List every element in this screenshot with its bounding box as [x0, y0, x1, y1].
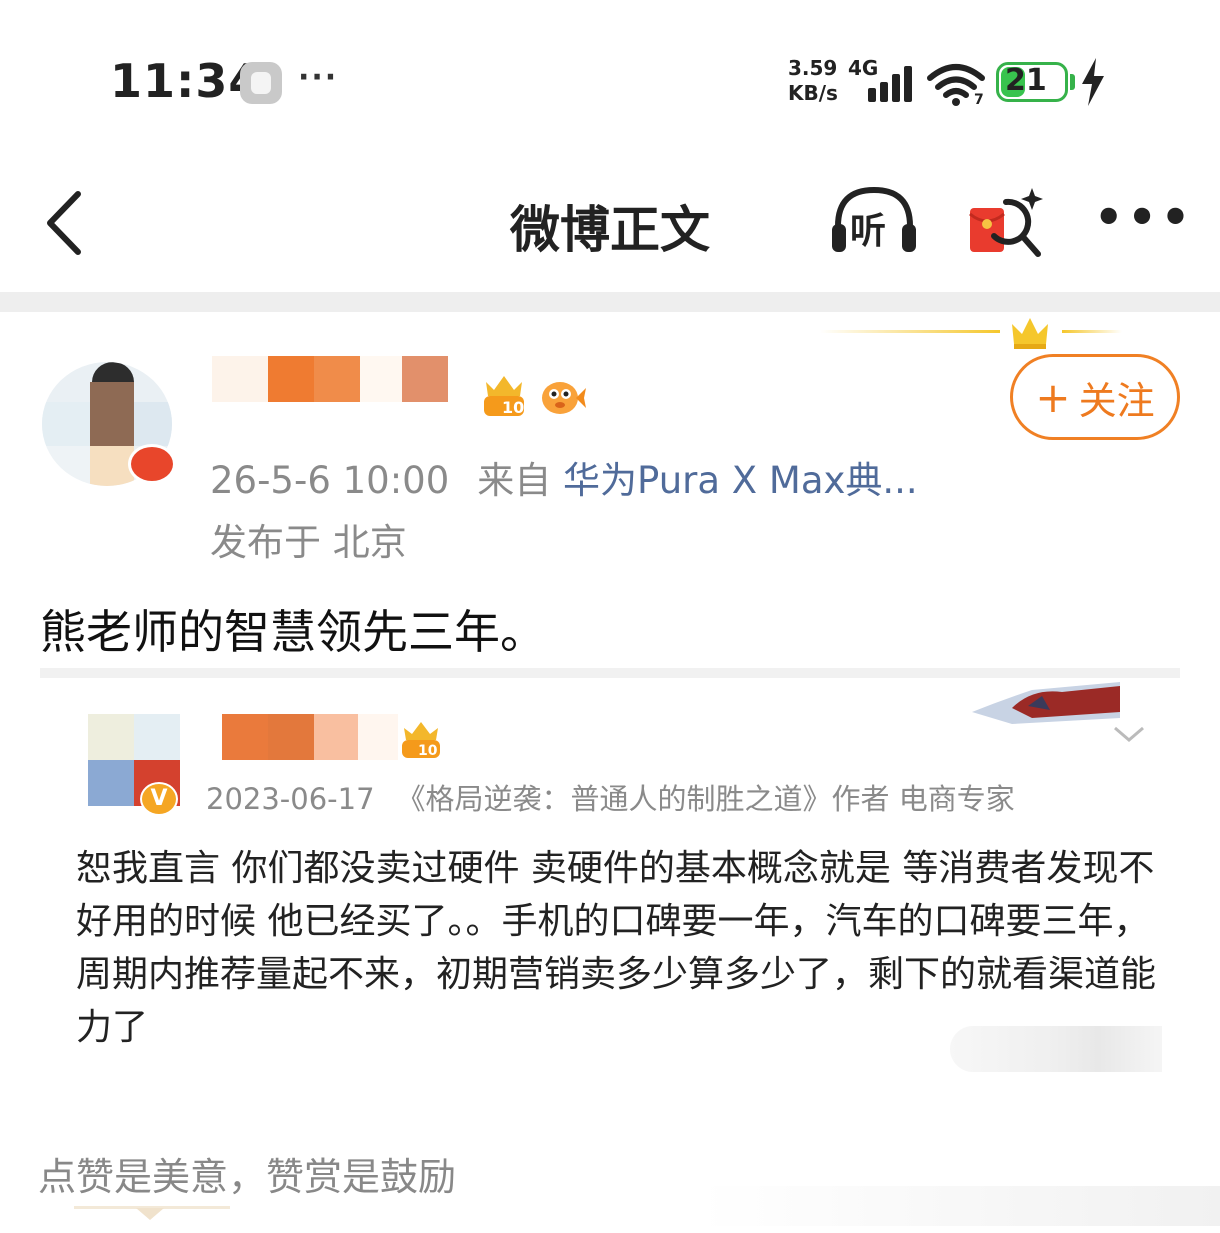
nav-bar: 微博正文 听 •••	[0, 150, 1220, 292]
battery-tip	[1070, 74, 1075, 90]
battery-icon: 21	[996, 62, 1068, 102]
quoted-author-description: 《格局逆袭：普通人的制胜之道》作者 电商专家	[396, 782, 1015, 816]
red-packet-search-icon[interactable]	[966, 184, 1046, 264]
quoted-post-text: 恕我直言 你们都没卖过硬件 卖硬件的基本概念就是 等消费者发现不好用的时候 他已…	[76, 848, 1157, 1048]
svg-text:10: 10	[418, 743, 438, 759]
section-divider	[0, 292, 1220, 312]
network-speed-value: 3.59	[788, 56, 838, 80]
network-speed: 3.59 KB/s	[788, 56, 838, 106]
decor-gold-line-right	[1062, 330, 1122, 333]
svg-text:10: 10	[502, 398, 524, 417]
charging-bolt-icon	[1082, 58, 1104, 106]
reward-prompt[interactable]: 点赞是美意，赞赏是鼓励	[38, 1146, 456, 1201]
quoted-post-date: 2023-06-17	[206, 782, 375, 816]
follow-label: 关注	[1078, 378, 1155, 423]
bottom-fade	[700, 1186, 1220, 1226]
reward-caret-icon	[136, 1208, 164, 1220]
quote-decor-banner	[972, 682, 1120, 724]
post-meta: 26-5-6 10:00 来自 华为Pura X Max典...	[210, 450, 918, 504]
wifi-icon: 7	[927, 64, 985, 106]
post-from-label: 来自	[477, 459, 552, 502]
more-notifications-icon: ···	[298, 60, 339, 95]
battery-level: 21	[1005, 63, 1047, 98]
wifi-sub-label: 7	[974, 92, 984, 106]
signal-strength-icon	[866, 66, 918, 102]
decor-gold-line-left	[820, 330, 1000, 333]
listen-label: 听	[850, 211, 887, 252]
avatar-badge-icon	[128, 444, 176, 484]
author-name-redacted[interactable]	[212, 356, 448, 402]
puffer-fish-badge-icon	[542, 382, 586, 414]
redacted-strip	[950, 1026, 1162, 1072]
quoted-vip-level-badge-icon: 10	[402, 722, 440, 759]
quoted-post-meta: 2023-06-17 《格局逆袭：普通人的制胜之道》作者 电商专家	[206, 776, 1015, 818]
quoted-author-name-redacted[interactable]	[222, 714, 398, 760]
vip-level-badge-icon: 10	[484, 376, 524, 417]
status-time: 11:34	[110, 54, 262, 108]
more-options-icon[interactable]: •••	[1094, 190, 1194, 244]
post-text: 熊老师的智慧领先三年。	[40, 605, 546, 659]
post-location: 发布于 北京	[210, 521, 407, 564]
status-bar: 11:34 ··· 3.59 KB/s 4G 7 21	[0, 0, 1220, 150]
follow-plus-icon: +	[1035, 372, 1071, 422]
notification-app-icon	[240, 62, 282, 104]
post-date: 26-5-6 10:00	[210, 459, 450, 502]
crown-icon	[1012, 318, 1048, 349]
follow-button[interactable]: + 关注	[1010, 354, 1180, 440]
post-source-link[interactable]: 华为Pura X Max典...	[563, 459, 918, 502]
network-speed-unit: KB/s	[788, 81, 838, 105]
chevron-down-icon[interactable]	[1112, 724, 1146, 744]
verified-v-icon: V	[140, 782, 178, 816]
